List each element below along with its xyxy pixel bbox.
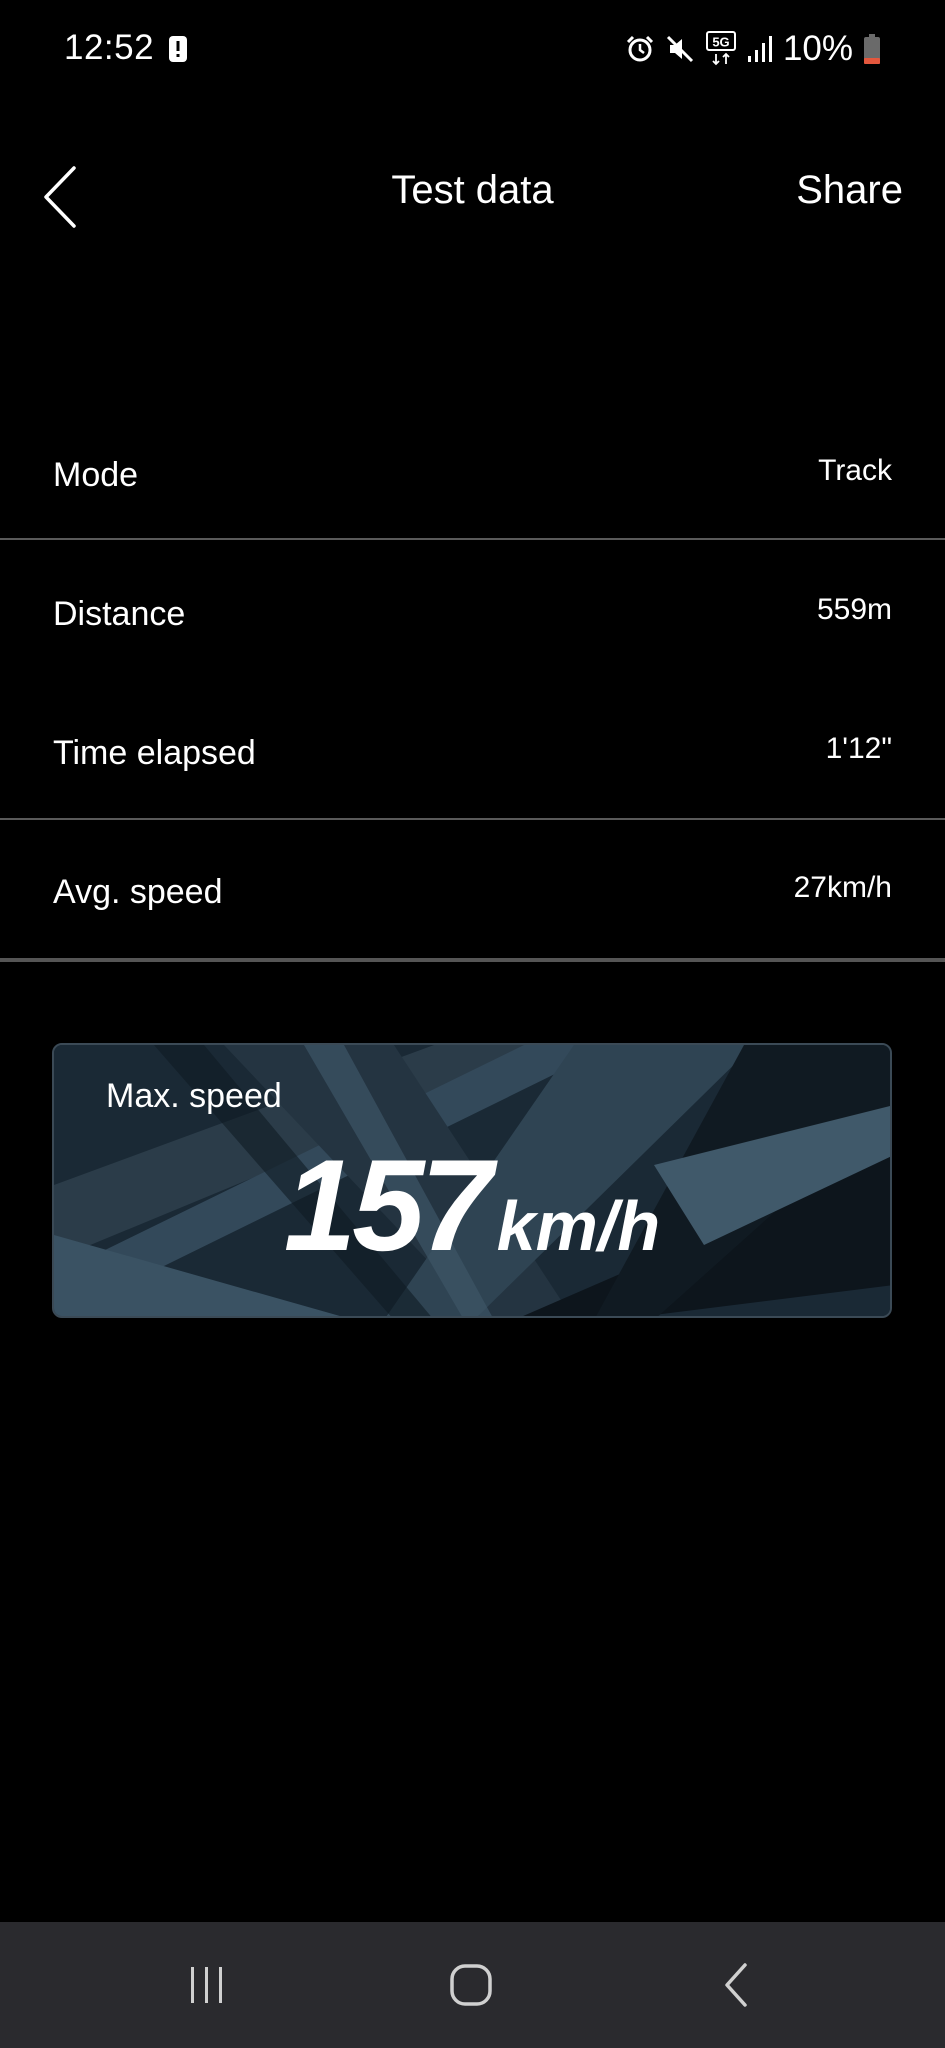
home-button[interactable] <box>426 1950 516 2020</box>
5g-icon: 5G <box>705 31 737 67</box>
mute-icon <box>665 34 695 64</box>
header: Test data Share <box>0 140 945 250</box>
signal-icon <box>747 34 773 64</box>
navigation-bar <box>0 1922 945 2048</box>
divider <box>0 538 945 540</box>
row-label: Mode <box>53 456 139 494</box>
data-row-avg-speed: Avg. speed 27km/h <box>0 821 945 960</box>
recents-button[interactable] <box>162 1950 252 2020</box>
test-data-list: Mode Track Distance 559m Time elapsed 1'… <box>0 404 945 962</box>
row-value: 27km/h <box>793 871 892 904</box>
recents-icon <box>191 1967 222 2003</box>
network-label: 5G <box>712 35 729 50</box>
max-speed-card: Max. speed 157 km/h <box>52 1043 892 1318</box>
battery-level: 10% <box>782 29 853 68</box>
battery-icon <box>863 33 881 65</box>
home-icon <box>450 1964 492 2006</box>
status-bar: 12:52 5G 10% <box>0 0 945 100</box>
data-row-mode: Mode Track <box>0 404 945 543</box>
row-value: 1'12" <box>825 732 892 765</box>
alarm-icon <box>625 34 655 64</box>
divider <box>0 818 945 820</box>
max-speed-value: 157 km/h <box>54 1140 890 1270</box>
back-icon <box>725 1963 747 2007</box>
share-button[interactable]: Share <box>796 168 903 213</box>
nav-back-button[interactable] <box>692 1950 782 2020</box>
row-value: Track <box>818 454 892 487</box>
data-row-distance: Distance 559m <box>0 543 945 682</box>
max-speed-label: Max. speed <box>106 1077 282 1115</box>
alert-icon <box>168 34 188 64</box>
data-row-time-elapsed: Time elapsed 1'12" <box>0 682 945 821</box>
row-label: Distance <box>53 595 186 633</box>
max-speed-number: 157 <box>283 1132 493 1278</box>
divider <box>0 958 945 962</box>
row-value: 559m <box>816 593 892 626</box>
row-label: Time elapsed <box>53 734 256 772</box>
status-time: 12:52 <box>64 28 155 67</box>
status-icons: 5G 10% <box>625 26 881 72</box>
row-label: Avg. speed <box>53 873 223 911</box>
max-speed-unit: km/h <box>496 1187 661 1265</box>
